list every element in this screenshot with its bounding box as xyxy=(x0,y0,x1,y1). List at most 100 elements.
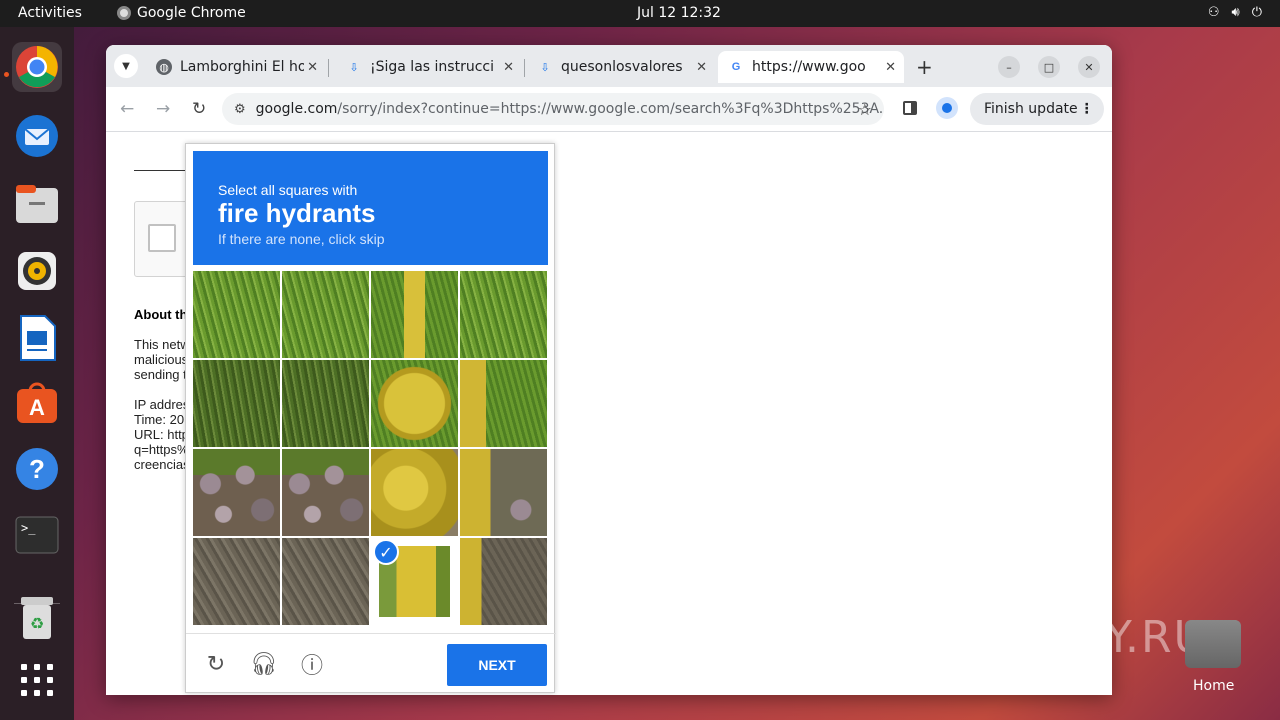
dock-thunderbird[interactable] xyxy=(12,111,62,161)
paragraph-line: malicious xyxy=(134,352,189,367)
close-icon[interactable]: ✕ xyxy=(307,60,318,75)
tab-separator xyxy=(328,59,329,77)
chrome-small-icon xyxy=(117,6,131,20)
svg-text:?: ? xyxy=(29,454,45,484)
grid-tile-1[interactable] xyxy=(282,271,369,358)
close-window-button[interactable]: ✕ xyxy=(1078,56,1100,78)
svg-text:A: A xyxy=(29,395,45,420)
close-icon: ✕ xyxy=(1084,60,1094,74)
challenge-header: Select all squares with fire hydrants If… xyxy=(193,151,548,265)
recaptcha-challenge: Select all squares with fire hydrants If… xyxy=(185,143,556,693)
recaptcha-checkbox[interactable] xyxy=(148,224,176,252)
activities-button[interactable]: Activities xyxy=(18,5,82,21)
show-apps-icon xyxy=(21,664,53,696)
globe-icon: ◍ xyxy=(156,59,172,75)
paragraph-line: sending t xyxy=(134,367,187,382)
grid-tile-8[interactable] xyxy=(193,449,280,536)
grid-tile-6[interactable] xyxy=(371,360,458,447)
checkmark-icon: ✓ xyxy=(373,539,399,565)
side-panel-icon[interactable] xyxy=(903,101,917,115)
menu-dots-icon: ⋮ xyxy=(1079,101,1094,117)
home-folder-icon[interactable] xyxy=(1185,620,1241,668)
grid-tile-12[interactable] xyxy=(193,538,280,625)
chrome-icon xyxy=(16,46,58,88)
system-tray[interactable]: ⚇ 🔊︎ ⏻ xyxy=(1208,5,1262,20)
close-icon[interactable]: ✕ xyxy=(885,60,896,75)
finish-update-button[interactable]: Finish update ⋮ xyxy=(970,93,1104,125)
dock-trash[interactable]: ♻ xyxy=(12,593,62,643)
svg-text:♻: ♻ xyxy=(30,614,44,633)
tab-title: https://www.goo xyxy=(752,59,866,75)
svg-text:>_: >_ xyxy=(21,521,36,535)
grid-tile-0[interactable] xyxy=(193,271,280,358)
dock-help[interactable]: ? xyxy=(12,444,62,494)
download-icon: ⇩ xyxy=(540,60,550,74)
dock-app-center[interactable]: A xyxy=(12,378,62,428)
close-icon[interactable]: ✕ xyxy=(696,60,707,75)
clock[interactable]: Jul 12 12:32 xyxy=(637,5,721,21)
reload-challenge-icon[interactable]: ↻ xyxy=(202,650,230,678)
site-info-icon[interactable]: ⚙ xyxy=(234,102,246,117)
grid-tile-9[interactable] xyxy=(282,449,369,536)
files-icon xyxy=(16,185,58,223)
tab-title: Lamborghini El hom xyxy=(180,59,304,75)
about-heading: About th xyxy=(134,307,188,322)
image-grid: ✓ xyxy=(193,271,549,627)
minimize-icon: – xyxy=(1006,60,1012,74)
app-menu[interactable]: Google Chrome xyxy=(117,5,246,21)
dock-files[interactable] xyxy=(12,179,62,229)
tab-separator xyxy=(524,59,525,77)
address-bar[interactable]: ⚙ google.com /sorry/index?continue=https… xyxy=(222,93,884,125)
maximize-button[interactable]: □ xyxy=(1038,56,1060,78)
power-icon: ⏻ xyxy=(1251,5,1262,20)
dock-terminal[interactable]: >_ xyxy=(12,510,62,560)
close-icon[interactable]: ✕ xyxy=(503,60,514,75)
info-line: q=https% xyxy=(134,442,189,457)
profile-avatar[interactable] xyxy=(936,97,958,119)
info-line: Time: 20 xyxy=(134,412,185,427)
reload-button[interactable]: ↻ xyxy=(192,99,206,119)
tab-title: ¡Siga las instruccio xyxy=(370,59,494,75)
grid-tile-4[interactable] xyxy=(193,360,280,447)
rhythmbox-icon xyxy=(18,252,56,290)
grid-tile-2[interactable] xyxy=(371,271,458,358)
dock-rhythmbox[interactable] xyxy=(12,246,62,296)
chevron-down-icon: ▼ xyxy=(122,60,130,72)
tab-2[interactable]: ⇩ ¡Siga las instruccio ✕ xyxy=(336,51,522,83)
dock-chrome[interactable] xyxy=(12,42,62,92)
bookmark-star-icon[interactable]: ☆ xyxy=(858,100,872,119)
challenge-target: fire hydrants xyxy=(218,198,376,228)
home-label: Home xyxy=(1193,678,1235,694)
dock: A ? >_ ♻ xyxy=(0,27,74,720)
forward-button[interactable]: → xyxy=(156,99,170,119)
grid-tile-10[interactable] xyxy=(371,449,458,536)
grid-tile-3[interactable] xyxy=(460,271,547,358)
new-tab-button[interactable]: + xyxy=(916,55,933,79)
thunderbird-icon xyxy=(16,115,58,157)
grid-tile-7[interactable] xyxy=(460,360,547,447)
google-icon: G xyxy=(731,61,741,73)
minimize-button[interactable]: – xyxy=(998,56,1020,78)
grid-tile-5[interactable] xyxy=(282,360,369,447)
tab-3[interactable]: ⇩ quesonlosvalores ✕ xyxy=(527,51,715,83)
info-line: creencias xyxy=(134,457,190,472)
grid-tile-13[interactable] xyxy=(282,538,369,625)
next-button[interactable]: NEXT xyxy=(447,644,547,686)
grid-tile-11[interactable] xyxy=(460,449,547,536)
tab-title: quesonlosvalores xyxy=(561,59,683,75)
info-line: URL: http xyxy=(134,427,189,442)
challenge-instruction: Select all squares with xyxy=(218,182,358,198)
dock-show-apps[interactable] xyxy=(12,655,62,705)
audio-challenge-icon[interactable]: 🎧︎ xyxy=(250,650,278,678)
info-icon[interactable]: ⓘ xyxy=(298,650,326,679)
tab-1[interactable]: ◍ Lamborghini El hom ✕ xyxy=(146,51,326,83)
dock-writer[interactable] xyxy=(12,313,62,363)
network-icon: ⚇ xyxy=(1207,5,1220,20)
back-button[interactable]: ← xyxy=(120,99,134,119)
paragraph-line: This netw xyxy=(134,337,190,352)
grid-tile-15[interactable] xyxy=(460,538,547,625)
top-bar: Activities Google Chrome Jul 12 12:32 ⚇ … xyxy=(0,0,1280,27)
tab-4-active[interactable]: G https://www.goo ✕ xyxy=(718,51,904,83)
tab-strip: ▼ ◍ Lamborghini El hom ✕ ⇩ ¡Siga las ins… xyxy=(106,45,1112,87)
tab-search-button[interactable]: ▼ xyxy=(114,54,138,78)
